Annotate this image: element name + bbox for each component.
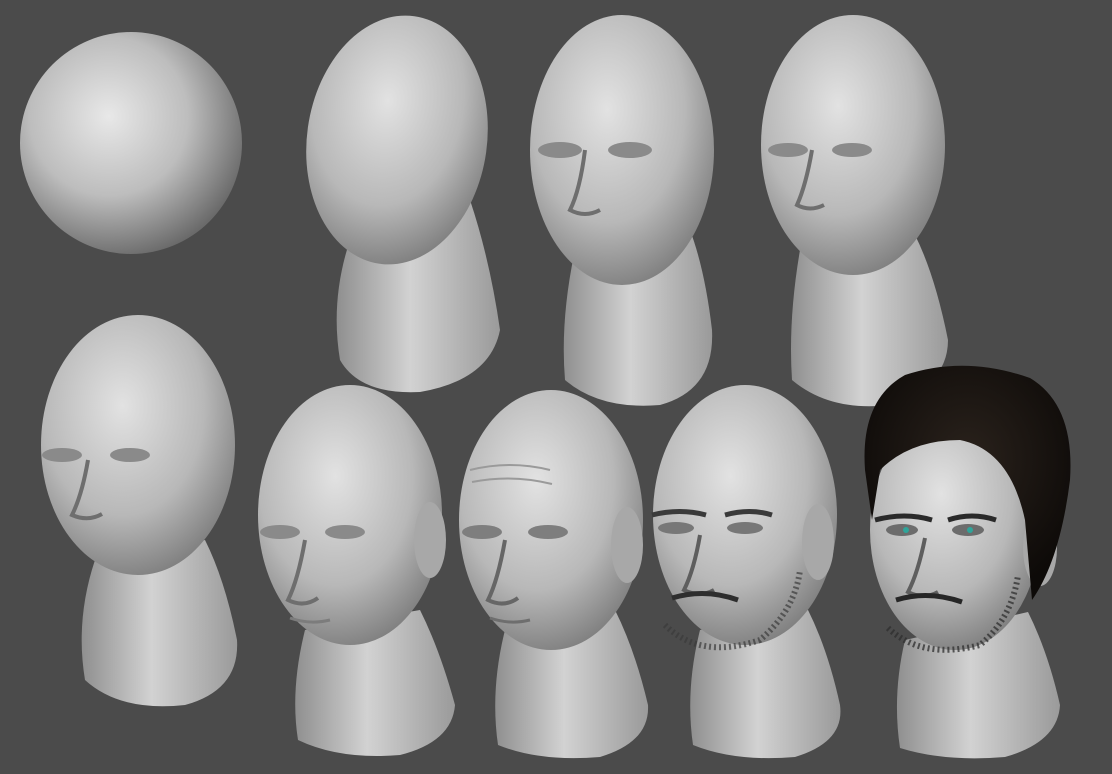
stage-9-hair-face <box>864 365 1071 759</box>
sculpt-stages-svg <box>20 15 1071 759</box>
stage-5-rounded-skull <box>41 315 238 707</box>
stage-3-blocked-face <box>530 15 714 406</box>
stage-6-head-with-ears <box>258 385 455 756</box>
stage-8-stubble-face <box>651 385 841 759</box>
sculpt-progression-canvas <box>0 0 1112 774</box>
stage-4-refined-face <box>761 15 948 407</box>
stage-7-detailed-face <box>459 390 649 759</box>
stage-1-sphere <box>20 32 242 254</box>
stage-2-egg-head <box>306 15 500 393</box>
